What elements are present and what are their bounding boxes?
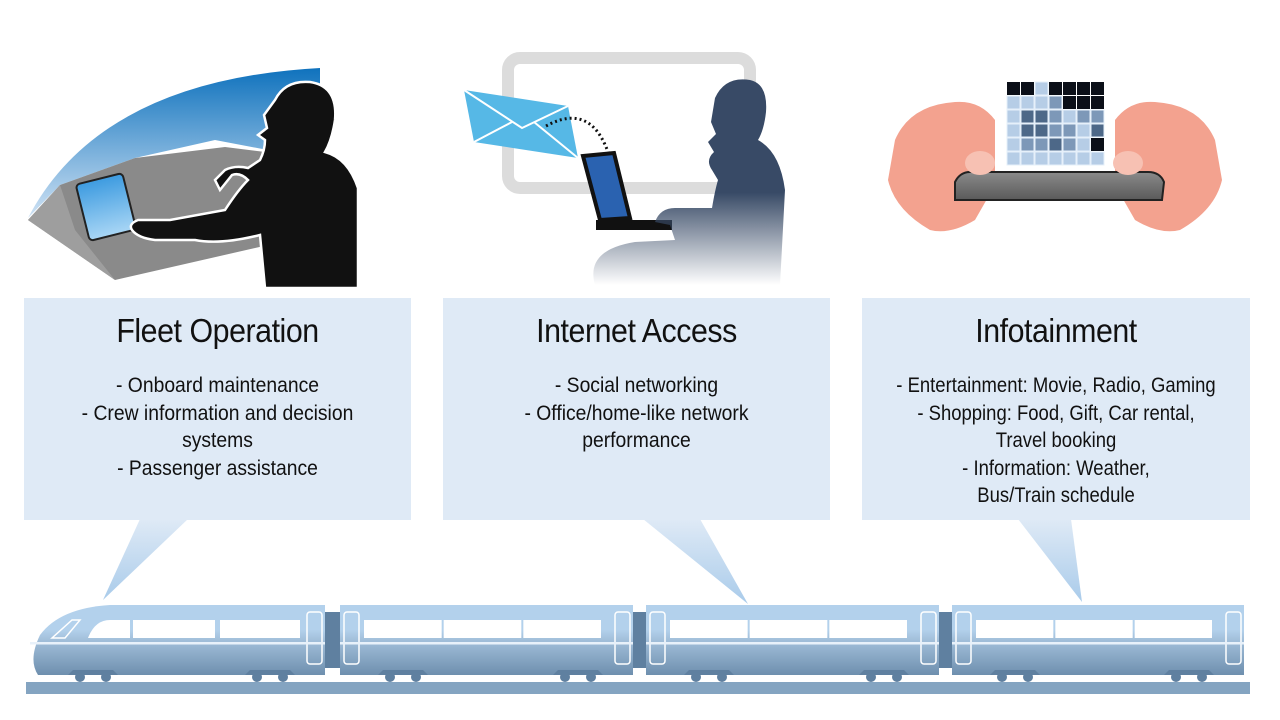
train-window bbox=[829, 620, 907, 638]
train-window bbox=[1134, 620, 1212, 638]
train-wheel bbox=[1023, 672, 1033, 682]
panel-items: - Onboard maintenance - Crew information… bbox=[39, 372, 395, 482]
train-bogie bbox=[684, 670, 734, 675]
train-bogie bbox=[245, 670, 295, 675]
panel-fleet-operation: Fleet Operation - Onboard maintenance - … bbox=[24, 298, 411, 520]
train-wheel bbox=[691, 672, 701, 682]
train-coupling bbox=[325, 612, 340, 668]
train-window bbox=[749, 620, 828, 638]
train-window bbox=[220, 620, 300, 638]
train-bogie bbox=[378, 670, 428, 675]
train-wheel bbox=[997, 672, 1007, 682]
panel-internet-access: Internet Access - Social networking - Of… bbox=[443, 298, 830, 520]
panel-infotainment: Infotainment - Entertainment: Movie, Rad… bbox=[862, 298, 1250, 520]
rail-track bbox=[26, 682, 1250, 694]
train-bogie bbox=[990, 670, 1040, 675]
train-coupling bbox=[633, 612, 646, 668]
list-item: - Information: Weather, bbox=[962, 456, 1150, 480]
panel-title: Infotainment bbox=[975, 312, 1137, 349]
train-stripe bbox=[952, 642, 1244, 645]
panel-items: - Entertainment: Movie, Radio, Gaming - … bbox=[885, 372, 1226, 510]
train-window bbox=[133, 620, 215, 638]
list-item: - Social networking bbox=[554, 374, 719, 397]
train-wheel bbox=[586, 672, 596, 682]
fleet-callout-tail bbox=[103, 519, 188, 600]
train-wheel bbox=[560, 672, 570, 682]
train-car bbox=[952, 605, 1244, 675]
train-window bbox=[443, 620, 522, 638]
panel-title: Internet Access bbox=[536, 312, 737, 349]
train-bogie bbox=[68, 670, 118, 675]
train-wheel bbox=[1197, 672, 1207, 682]
train-window bbox=[523, 620, 601, 638]
train-wheel bbox=[892, 672, 902, 682]
train-wheel bbox=[75, 672, 85, 682]
list-item: - Entertainment: Movie, Radio, Gaming bbox=[896, 374, 1216, 397]
train-illustration bbox=[26, 605, 1250, 694]
train-stripe bbox=[340, 642, 633, 645]
train-coupling bbox=[939, 612, 952, 668]
train-wheel bbox=[252, 672, 262, 682]
train-wheel bbox=[101, 672, 111, 682]
train-wheel bbox=[717, 672, 727, 682]
panel-items: - Social networking - Office/home-like n… bbox=[458, 372, 814, 455]
panel-title: Fleet Operation bbox=[116, 312, 319, 349]
train-car bbox=[646, 605, 939, 675]
train-bogie bbox=[859, 670, 909, 675]
list-item: Bus/Train schedule bbox=[977, 484, 1135, 507]
train-bogie bbox=[1164, 670, 1214, 675]
train-car bbox=[340, 605, 633, 675]
train-stripe bbox=[646, 642, 939, 645]
list-item: - Onboard maintenance bbox=[115, 374, 319, 397]
train-window bbox=[1055, 620, 1133, 638]
list-item: systems bbox=[182, 429, 253, 452]
train-wheel bbox=[278, 672, 288, 682]
train-car bbox=[33, 605, 326, 675]
list-item: - Passenger assistance bbox=[117, 456, 318, 480]
list-item: - Crew information and decision bbox=[81, 401, 354, 425]
list-item: Travel booking bbox=[995, 429, 1117, 452]
train-stripe bbox=[30, 642, 325, 645]
list-item: - Shopping: Food, Gift, Car rental, bbox=[917, 401, 1195, 425]
train-window bbox=[976, 620, 1054, 638]
train-bogie bbox=[553, 670, 603, 675]
train-wheel bbox=[1171, 672, 1181, 682]
train-window bbox=[670, 620, 748, 638]
train-wheel bbox=[411, 672, 421, 682]
train-wheel bbox=[385, 672, 395, 682]
list-item: performance bbox=[582, 429, 691, 452]
train-window bbox=[364, 620, 442, 638]
list-item: - Office/home-like network bbox=[524, 401, 749, 425]
train-wheel bbox=[866, 672, 876, 682]
